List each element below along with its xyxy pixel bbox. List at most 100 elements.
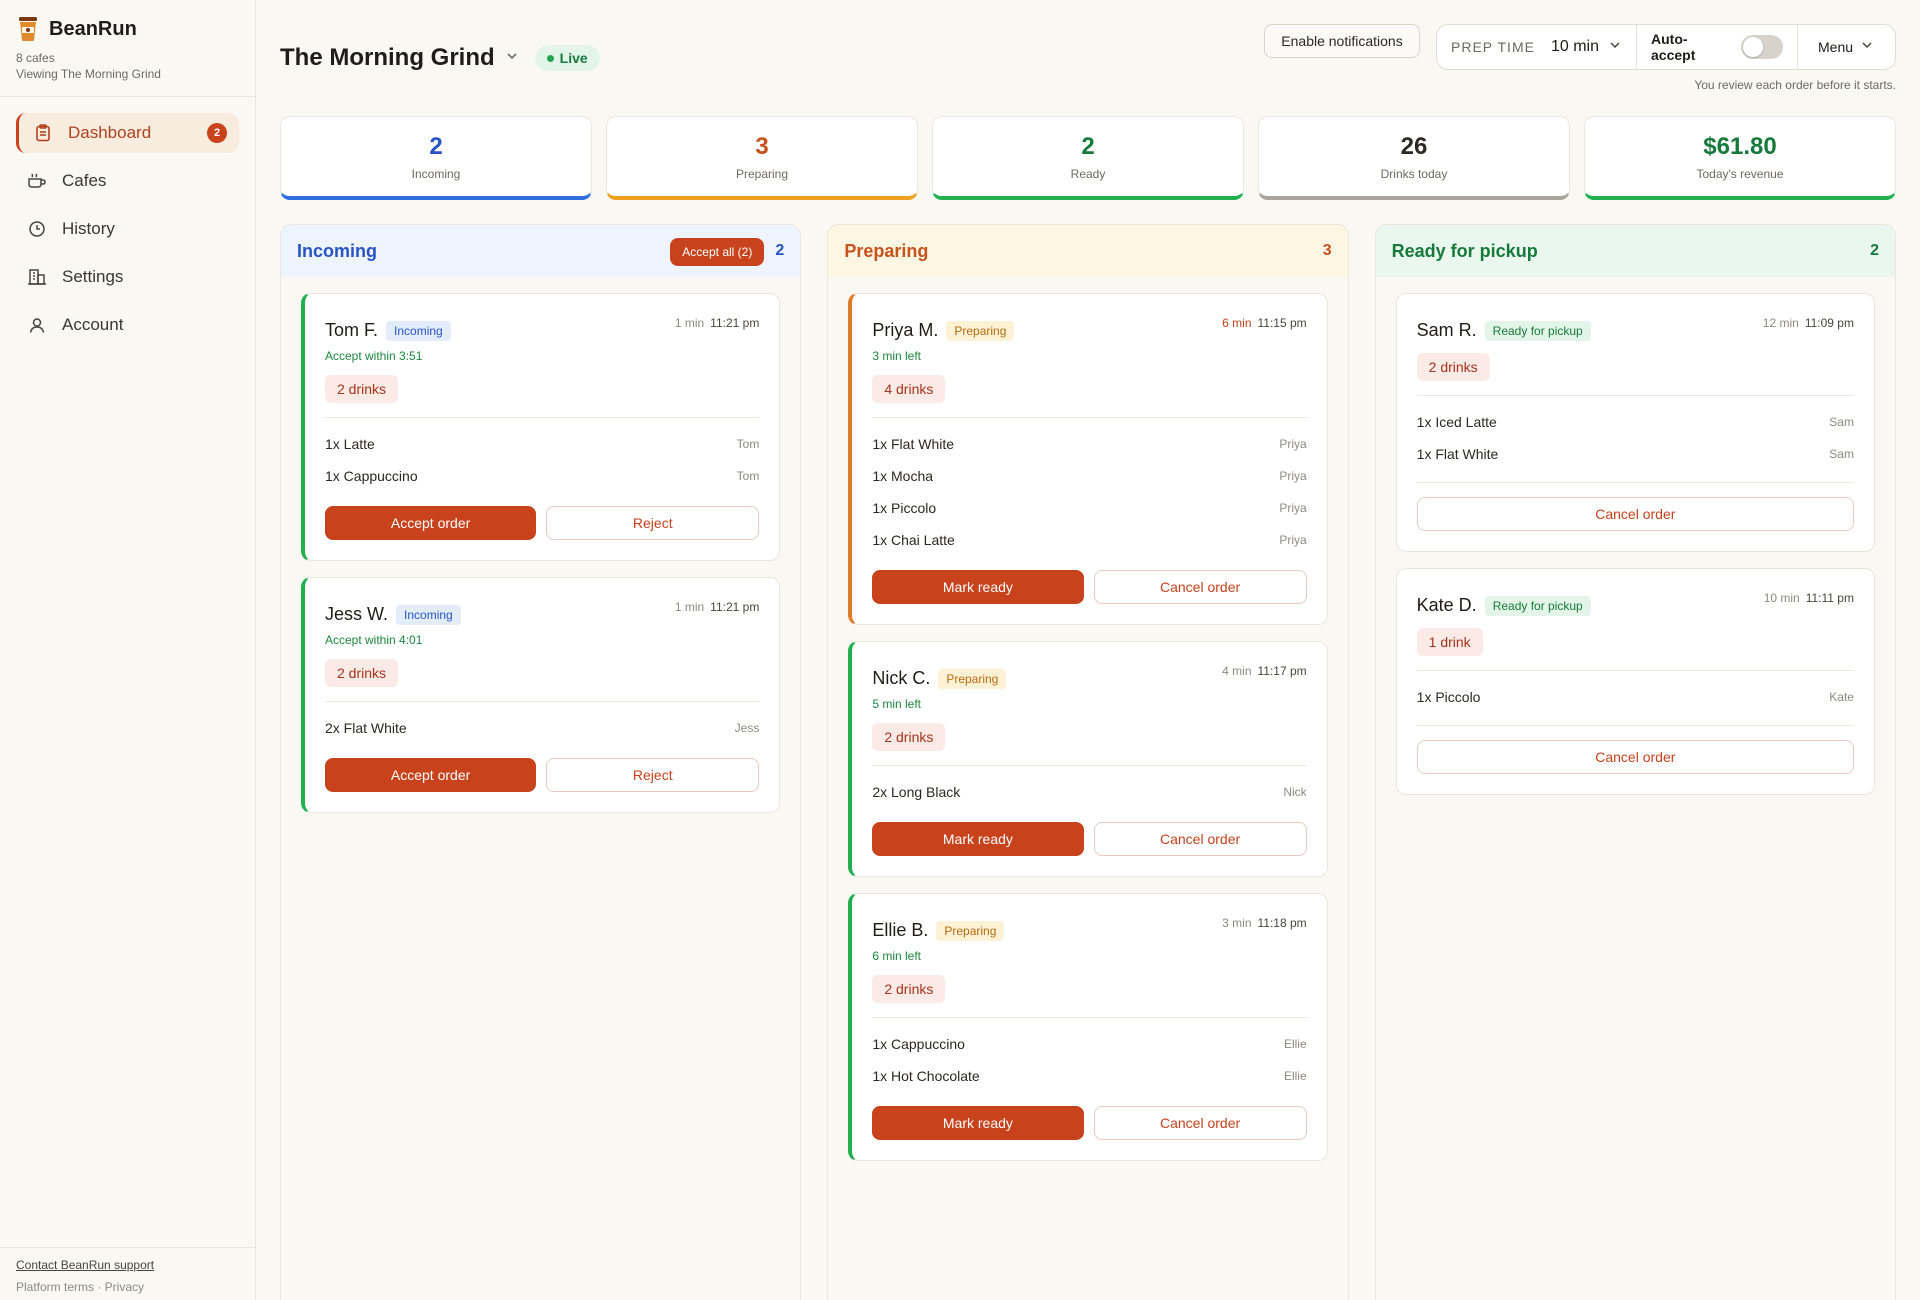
divider xyxy=(1416,395,1854,396)
item-owner: Priya xyxy=(1279,533,1307,547)
reject-order-button[interactable]: Reject xyxy=(546,758,760,792)
sidebar-item-label: History xyxy=(62,219,115,238)
clock-icon xyxy=(26,218,48,240)
drink-count-chip: 4 drinks xyxy=(872,375,946,403)
accept-order-button[interactable]: Accept order xyxy=(325,506,537,540)
item-owner: Kate xyxy=(1829,690,1854,704)
list-item: 1x Latte Tom xyxy=(325,428,759,460)
order-countdown: Accept within 4:01 xyxy=(325,633,423,647)
item-owner: Nick xyxy=(1283,785,1307,799)
item-name: 1x Iced Latte xyxy=(1416,414,1497,430)
incoming-column: Incoming Accept all (2) 2 1 min 11:21 pm T… xyxy=(280,224,802,1300)
building-icon xyxy=(26,266,48,288)
column-title: Incoming xyxy=(297,240,377,261)
customer-name: Priya M. xyxy=(872,320,939,340)
item-owner: Sam xyxy=(1829,415,1854,429)
live-dot-icon xyxy=(546,54,554,62)
order-countdown: 3 min left xyxy=(872,349,922,363)
sidebar-item-settings[interactable]: Settings xyxy=(16,257,239,297)
menu-dropdown-button[interactable]: Menu xyxy=(1798,25,1895,69)
order-actions: Cancel order xyxy=(1416,740,1854,774)
item-owner: Tom xyxy=(736,469,760,483)
sidebar-item-dashboard[interactable]: Dashboard 2 xyxy=(16,113,239,153)
column-title: Ready for pickup xyxy=(1391,240,1538,261)
stat-label: Ready xyxy=(1070,166,1106,181)
brand-block: BeanRun 8 cafes Viewing The Morning Grin… xyxy=(0,0,255,97)
drink-count-chip: 2 drinks xyxy=(325,375,399,403)
list-item: 1x Chai Latte Priya xyxy=(872,524,1306,556)
sidebar-item-label: Dashboard xyxy=(68,123,152,142)
prep-time-select[interactable]: PREP TIME 10 min xyxy=(1437,25,1637,69)
reject-order-button[interactable]: Reject xyxy=(546,506,760,540)
order-actions: Cancel order xyxy=(1416,497,1854,531)
stat-card: 2 Ready xyxy=(932,116,1244,200)
contact-support-link[interactable]: Contact BeanRun support xyxy=(16,1258,240,1272)
stat-value: 3 xyxy=(755,132,769,160)
order-actions: Mark ready Cancel order xyxy=(872,570,1307,604)
sidebar-item-cafes[interactable]: Cafes xyxy=(16,161,239,201)
stat-label: Today's revenue xyxy=(1696,166,1784,181)
stat-card: 2 Incoming xyxy=(280,116,592,200)
divider xyxy=(1416,482,1854,483)
sidebar-item-label: Account xyxy=(62,315,124,334)
drink-count-chip: 2 drinks xyxy=(872,975,946,1003)
order-age: 3 min xyxy=(1222,916,1252,930)
order-countdown: Accept within 3:51 xyxy=(325,349,423,363)
item-owner: Priya xyxy=(1279,469,1307,483)
mark-ready-button[interactable]: Mark ready xyxy=(872,822,1084,856)
stat-value: $61.80 xyxy=(1703,132,1777,160)
order-meta: 1 min 11:21 pm xyxy=(675,600,760,614)
cancel-order-button[interactable]: Cancel order xyxy=(1093,822,1307,856)
divider xyxy=(325,417,760,418)
cancel-order-button[interactable]: Cancel order xyxy=(1093,570,1307,604)
status-badge: Preparing xyxy=(938,668,1007,689)
order-card: 10 min 11:11 pm Kate D. Ready for pickup 1 d… xyxy=(1395,568,1875,795)
stat-card: $61.80 Today's revenue xyxy=(1584,116,1896,200)
sidebar-footer: Contact BeanRun support Platform terms ·… xyxy=(0,1247,256,1300)
accept-order-button[interactable]: Accept order xyxy=(325,758,537,792)
viewing-cafe: Viewing The Morning Grind xyxy=(16,67,161,81)
item-owner: Priya xyxy=(1279,437,1307,451)
list-item: 1x Flat White Sam xyxy=(1417,438,1854,470)
list-item: 1x Hot Chocolate Ellie xyxy=(872,1060,1306,1092)
item-owner: Ellie xyxy=(1283,1037,1307,1051)
sidebar-item-label: Settings xyxy=(62,267,124,286)
stat-label: Incoming xyxy=(411,166,461,181)
chevron-down-icon xyxy=(505,49,519,68)
order-meta: 4 min 11:17 pm xyxy=(1222,664,1307,678)
sidebar-item-account[interactable]: Account xyxy=(16,305,239,345)
item-name: 1x Piccolo xyxy=(1416,689,1481,705)
item-name: 1x Flat White xyxy=(1416,446,1499,462)
footer-legal-links[interactable]: Platform terms · Privacy xyxy=(16,1280,240,1294)
divider xyxy=(872,1017,1307,1018)
cancel-order-button[interactable]: Cancel order xyxy=(1416,497,1854,531)
list-item: 1x Flat White Priya xyxy=(872,428,1306,460)
preparing-column-header: Preparing 3 xyxy=(828,225,1348,277)
column-count: 3 xyxy=(1322,242,1332,259)
dashboard-count-badge: 2 xyxy=(207,123,227,143)
status-badge: Ready for pickup xyxy=(1484,320,1591,341)
mark-ready-button[interactable]: Mark ready xyxy=(872,570,1084,604)
item-owner: Tom xyxy=(736,437,760,451)
enable-notifications-button[interactable]: Enable notifications xyxy=(1264,24,1420,58)
incoming-orders: 1 min 11:21 pm Tom F. Incoming Accept within… xyxy=(281,277,800,845)
cafe-selector[interactable]: The Morning Grind Live xyxy=(280,44,600,72)
chevron-down-icon xyxy=(1861,38,1873,56)
cancel-order-button[interactable]: Cancel order xyxy=(1093,1106,1307,1140)
sidebar: BeanRun 8 cafes Viewing The Morning Grin… xyxy=(0,0,256,1300)
order-actions: Accept order Reject xyxy=(325,506,760,540)
divider xyxy=(872,765,1307,766)
order-actions: Mark ready Cancel order xyxy=(872,1106,1307,1140)
order-time: 11:09 pm xyxy=(1804,316,1854,330)
status-badge: Preparing xyxy=(936,920,1005,941)
sidebar-item-history[interactable]: History xyxy=(16,209,239,249)
mark-ready-button[interactable]: Mark ready xyxy=(872,1106,1084,1140)
auto-accept-toggle[interactable] xyxy=(1740,35,1783,59)
item-name: 2x Long Black xyxy=(872,784,961,800)
order-card: 6 min 11:15 pm Priya M. Preparing 3 min left… xyxy=(848,293,1328,625)
divider xyxy=(872,417,1307,418)
stat-label: Preparing xyxy=(735,166,789,181)
order-actions: Accept order Reject xyxy=(325,758,760,792)
cancel-order-button[interactable]: Cancel order xyxy=(1416,740,1854,774)
accept-all-button[interactable]: Accept all (2) xyxy=(670,238,765,266)
